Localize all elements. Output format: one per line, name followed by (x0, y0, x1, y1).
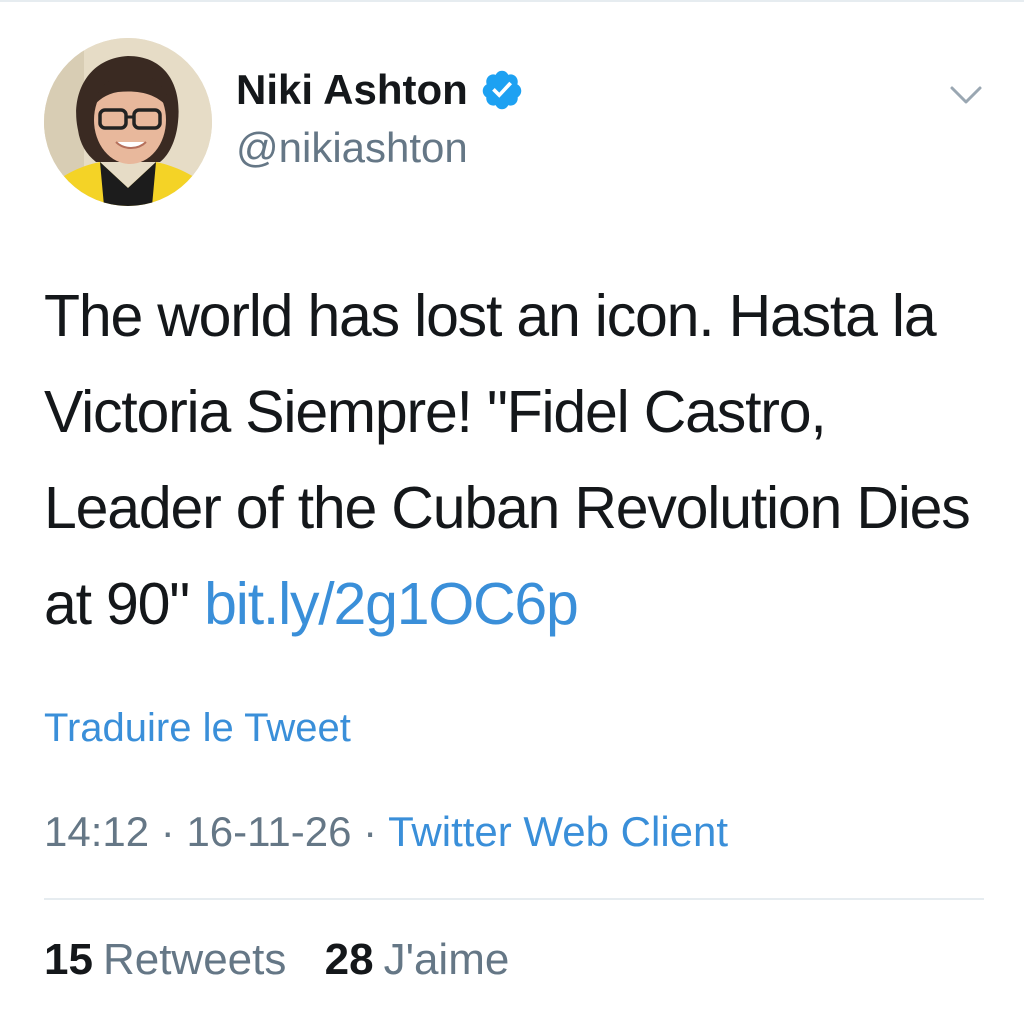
tweet-header: Niki Ashton @nikiashton (0, 0, 1024, 220)
retweets-count: 15 (44, 935, 93, 984)
divider (44, 898, 984, 900)
likes-label: J'aime (383, 935, 510, 984)
tweet-date: 16-11-26 (186, 808, 352, 855)
user-handle[interactable]: @nikiashton (236, 122, 468, 174)
tweet-text: The world has lost an icon. Hasta la Vic… (44, 268, 994, 652)
avatar-image (44, 38, 212, 206)
likes-count: 28 (324, 935, 374, 984)
tweet-time: 14:12 (44, 808, 150, 855)
display-name[interactable]: Niki Ashton (236, 64, 468, 116)
meta-separator: · (363, 808, 378, 855)
verified-badge-icon (480, 68, 524, 112)
chevron-down-icon[interactable] (946, 74, 986, 114)
avatar[interactable] (44, 38, 212, 206)
tweet-meta: 14:12 · 16-11-26 · Twitter Web Client (44, 804, 728, 860)
tweet-stats: 15 Retweets 28 J'aime (44, 932, 509, 988)
tweet-link[interactable]: bit.ly/2g1OC6p (204, 571, 579, 637)
meta-separator: · (160, 808, 175, 855)
user-name-row[interactable]: Niki Ashton (236, 64, 524, 116)
retweets-stat[interactable]: 15 Retweets (44, 932, 286, 988)
retweets-label: Retweets (102, 935, 287, 984)
likes-stat[interactable]: 28 J'aime (325, 932, 510, 988)
tweet-client-link[interactable]: Twitter Web Client (388, 808, 728, 855)
translate-tweet-link[interactable]: Traduire le Tweet (44, 700, 351, 756)
